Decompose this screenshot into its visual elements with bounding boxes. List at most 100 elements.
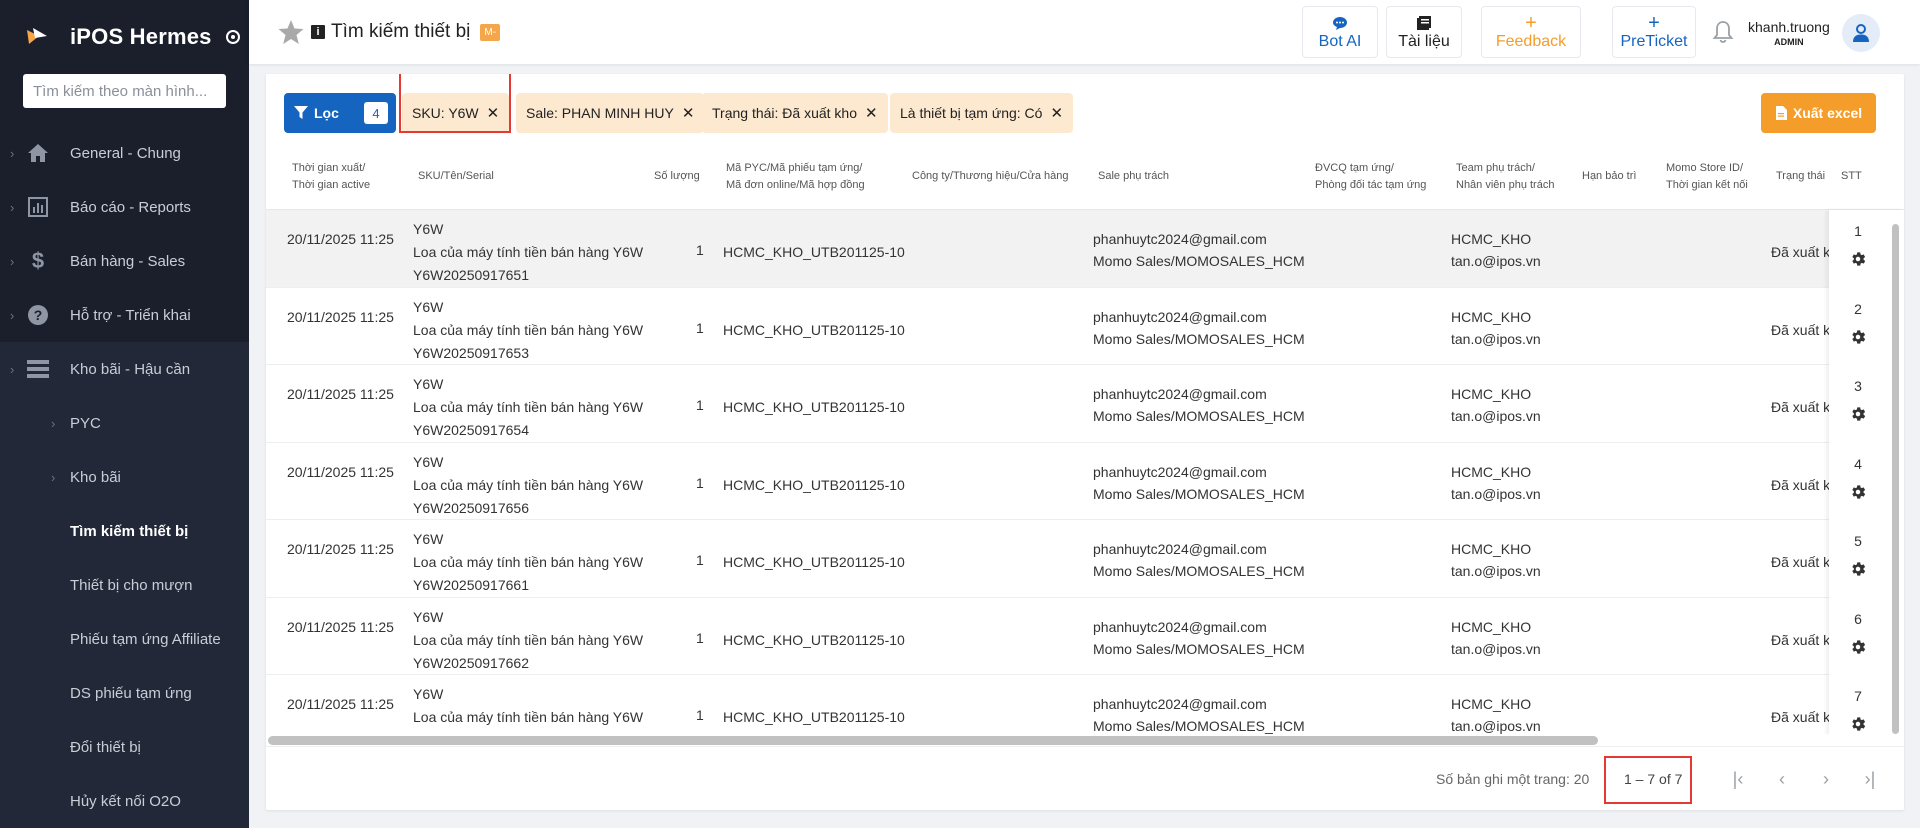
sale-team-cell: Momo Sales/MOMOSALES_HCM [1093, 563, 1305, 579]
gear-icon[interactable] [1849, 638, 1867, 656]
sidebar-item-label: Kho bãi [70, 468, 121, 486]
sidebar-item-support[interactable]: › ? Hỗ trợ - Triển khai [0, 288, 249, 342]
vertical-scrollbar[interactable] [1892, 224, 1899, 734]
user-menu[interactable]: khanh.truong ADMIN [1748, 14, 1880, 52]
sidebar-item-label: Thiết bị cho mượn [70, 576, 193, 594]
code-cell: HCMC_KHO_UTB201125-10 [723, 554, 905, 570]
col-header-warranty[interactable]: Hạn bảo trì [1582, 144, 1636, 209]
status-cell: Đã xuất k [1771, 476, 1831, 493]
table-row[interactable]: 20/11/2025 11:25 Y6W Loa của máy tính tiền… [266, 443, 1904, 520]
col-header-company[interactable]: Công ty/Thương hiệu/Cửa hàng [912, 144, 1068, 209]
code-cell: HCMC_KHO_UTB201125-10 [723, 709, 905, 725]
sidebar-subitem-device-search[interactable]: Tìm kiếm thiết bị [0, 504, 249, 558]
qty-cell: 1 [696, 242, 704, 258]
sale-email-cell: phanhuytc2024@gmail.com [1093, 386, 1267, 402]
sidebar-subitem-loaned-devices[interactable]: Thiết bị cho mượn [0, 558, 249, 612]
preticket-button[interactable]: + PreTicket [1612, 6, 1696, 58]
export-excel-button[interactable]: Xuất excel [1761, 93, 1876, 133]
header-line: Thời gian xuất/ [292, 161, 366, 174]
table-row[interactable]: 20/11/2025 11:25 Y6W Loa của máy tính tiền… [266, 210, 1904, 288]
col-header-status[interactable]: Trạng thái [1776, 144, 1825, 209]
sidebar-item-reports[interactable]: › Báo cáo - Reports [0, 180, 249, 234]
plus-icon: + [1525, 12, 1537, 34]
name-cell: Loa của máy tính tiền bán hàng Y6W [413, 709, 644, 725]
col-header-qty[interactable]: Số lượng [654, 144, 700, 209]
table-row[interactable]: 20/11/2025 11:25 Y6W Loa của máy tính tiền… [266, 365, 1904, 443]
col-header-momo[interactable]: Momo Store ID/Thời gian kết nối [1666, 144, 1748, 209]
sale-team-cell: Momo Sales/MOMOSALES_HCM [1093, 330, 1305, 347]
col-header-dvcq[interactable]: ĐVCQ tạm ứng/Phòng đối tác tạm ứng [1315, 144, 1426, 209]
staff-cell: tan.o@ipos.vn [1451, 563, 1541, 579]
filter-chip-sale[interactable]: Sale: PHAN MINH HUY ✕ [516, 93, 705, 133]
sidebar-search-input[interactable] [23, 74, 226, 108]
table-row[interactable]: 20/11/2025 11:25 Y6W Loa của máy tính tiền… [266, 288, 1904, 365]
close-icon[interactable]: ✕ [1050, 104, 1063, 122]
col-header-code[interactable]: Mã PYC/Mã phiếu tạm ứng/Mã đơn online/Mã… [726, 144, 865, 209]
time-cell: 20/11/2025 11:25 [287, 696, 394, 712]
sidebar-menu: › General - Chung › Báo cáo - Reports › … [0, 126, 249, 828]
rows-per-page[interactable]: Số bản ghi một trang: 20 [1436, 771, 1589, 787]
gear-icon[interactable] [1849, 405, 1867, 423]
close-icon[interactable]: ✕ [865, 104, 878, 122]
filter-button[interactable]: Lọc 4 [284, 93, 396, 133]
bot-ai-button[interactable]: Bot AI [1302, 6, 1378, 58]
first-page-icon[interactable]: |‹ [1724, 765, 1752, 793]
status-cell: Đã xuất k [1771, 321, 1831, 338]
avatar[interactable] [1841, 14, 1880, 52]
sidebar-item-warehouse[interactable]: › Kho bãi - Hậu cần [0, 342, 249, 396]
sidebar-item-label: Bán hàng - Sales [70, 252, 186, 270]
radio-dot-icon[interactable] [225, 30, 240, 44]
time-cell: 20/11/2025 11:25 [287, 308, 394, 325]
dollar-icon: $ [31, 248, 45, 273]
star-icon[interactable] [277, 18, 305, 46]
device-table: Thời gian xuất/Thời gian active SKU/Tên/… [266, 144, 1904, 735]
gear-icon[interactable] [1849, 560, 1867, 578]
bell-icon[interactable] [1712, 20, 1734, 44]
user-role: ADMIN [1774, 37, 1804, 47]
sidebar-subitem-pyc[interactable]: › PYC [0, 396, 249, 450]
col-header-team[interactable]: Team phụ trách/Nhân viên phụ trách [1456, 144, 1554, 209]
col-header-time[interactable]: Thời gian xuất/Thời gian active [292, 144, 392, 209]
col-header-sku[interactable]: SKU/Tên/Serial [418, 144, 494, 209]
sidebar-subitem-swap-device[interactable]: Đổi thiết bị [0, 720, 249, 774]
horizontal-scrollbar[interactable] [268, 736, 1598, 745]
gear-icon[interactable] [1849, 715, 1867, 733]
svg-text:?: ? [34, 307, 43, 323]
name-cell: Loa của máy tính tiền bán hàng Y6W [413, 476, 644, 493]
brand-name: iPOS Hermes [70, 24, 212, 49]
time-cell: 20/11/2025 11:25 [287, 463, 394, 480]
chevron-right-icon: › [10, 307, 15, 323]
sidebar-item-sales[interactable]: › $ Bán hàng - Sales [0, 234, 249, 288]
sku-cell: Y6W [413, 298, 444, 315]
col-header-sale[interactable]: Sale phụ trách [1098, 144, 1169, 209]
prev-page-icon[interactable]: ‹ [1768, 765, 1796, 793]
docs-button[interactable]: Tài liệu [1386, 6, 1462, 58]
sidebar-item-general[interactable]: › General - Chung [0, 126, 249, 180]
chip-label: Là thiết bị tạm ứng: Có [900, 105, 1043, 121]
close-icon[interactable]: ✕ [682, 104, 695, 122]
team-cell: HCMC_KHO [1451, 308, 1532, 325]
sale-email-cell: phanhuytc2024@gmail.com [1093, 541, 1267, 557]
table-row[interactable]: 20/11/2025 11:25 Y6W Loa của máy tính tiền… [266, 675, 1904, 735]
last-page-icon[interactable]: ›| [1856, 765, 1884, 793]
code-cell: HCMC_KHO_UTB201125-10 [723, 476, 905, 493]
sidebar-subitem-o2o-disconnect[interactable]: Hủy kết nối O2O [0, 774, 249, 828]
stt-number: 2 [1854, 300, 1862, 317]
sidebar-item-label: Kho bãi - Hậu cần [70, 360, 191, 378]
table-row[interactable]: 20/11/2025 11:25 Y6W Loa của máy tính tiền… [266, 598, 1904, 675]
gear-icon[interactable] [1849, 483, 1867, 501]
next-page-icon[interactable]: › [1812, 765, 1840, 793]
filter-chip-advance[interactable]: Là thiết bị tạm ứng: Có ✕ [890, 93, 1074, 133]
brand[interactable]: iPOS Hermes [0, 0, 249, 74]
sidebar-subitem-advance-list[interactable]: DS phiếu tạm ứng [0, 666, 249, 720]
sidebar-subitem-kho-bai[interactable]: › Kho bãi [0, 450, 249, 504]
serial-cell: Y6W20250917655 [413, 729, 529, 735]
gear-icon[interactable] [1849, 250, 1867, 268]
table-row[interactable]: 20/11/2025 11:25 Y6W Loa của máy tính tiền… [266, 520, 1904, 598]
col-header-stt[interactable]: STT [1841, 144, 1862, 209]
sidebar-subitem-affiliate-advance[interactable]: Phiếu tạm ứng Affiliate [0, 612, 249, 666]
info-icon[interactable]: i [311, 25, 325, 39]
feedback-button[interactable]: + Feedback [1481, 6, 1581, 58]
filter-chip-status[interactable]: Trạng thái: Đã xuất kho ✕ [702, 93, 888, 133]
gear-icon[interactable] [1849, 328, 1867, 346]
